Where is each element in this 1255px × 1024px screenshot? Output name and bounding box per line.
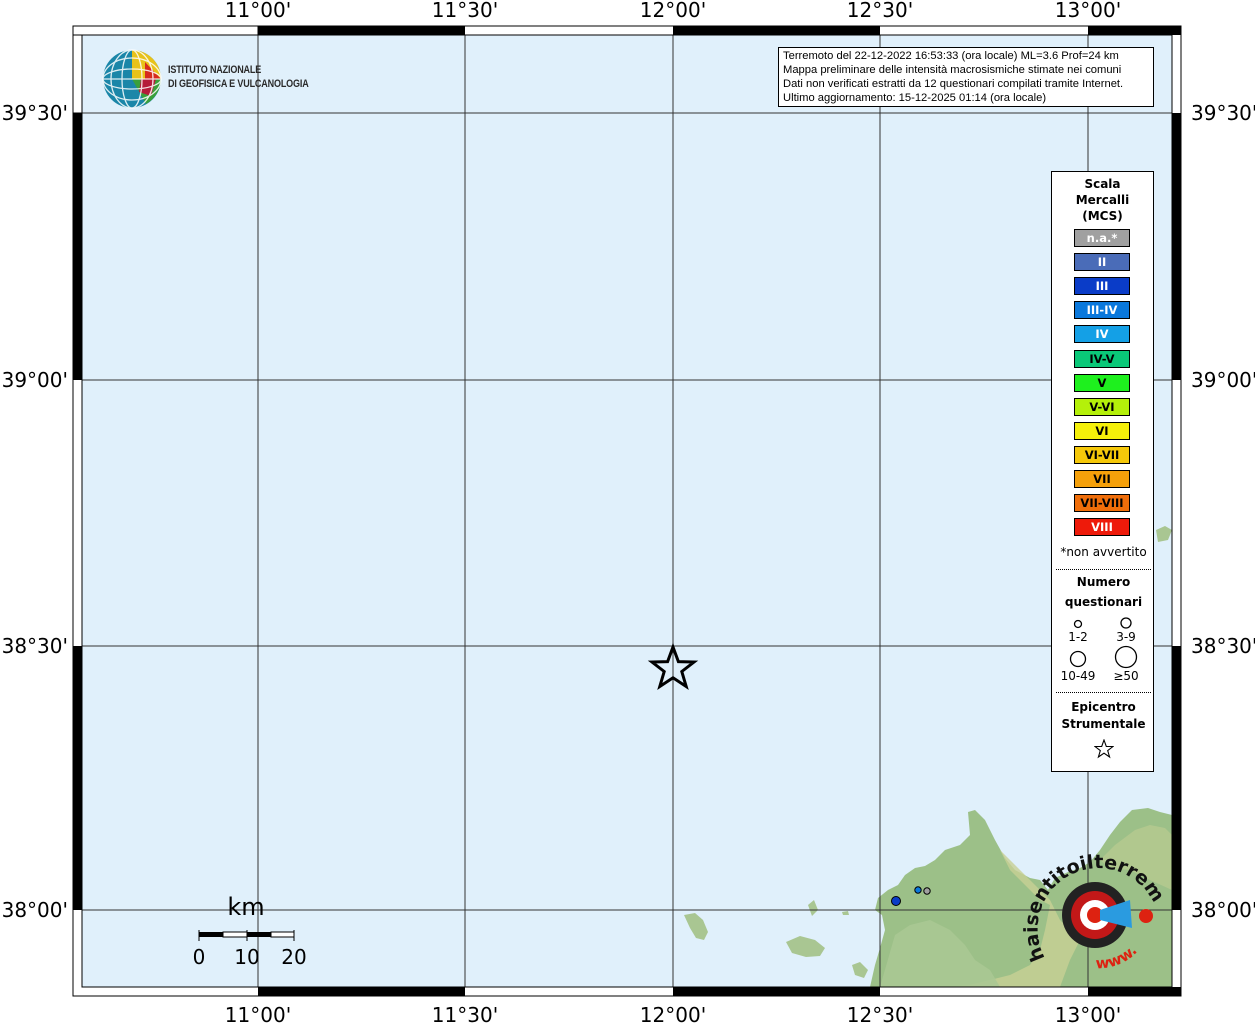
lat-label: 38°00' xyxy=(2,898,68,922)
lon-label: 13°00' xyxy=(1055,1003,1121,1024)
legend-panel: Scala Mercalli (MCS) n.a.* II III III-IV IV I… xyxy=(1051,171,1154,772)
lon-label: 12°30' xyxy=(847,1003,913,1024)
scale-tick-label: 10 xyxy=(234,945,259,969)
lon-labels-top: 11°00' 11°30' 12°00' 12°30' 13°00' xyxy=(225,0,1121,22)
lon-label: 11°30' xyxy=(432,1003,498,1024)
legend-divider xyxy=(1056,569,1151,570)
count-label: 3-9 xyxy=(1116,630,1136,644)
mcs-swatch: IV xyxy=(1074,325,1130,344)
count-title: questionari xyxy=(1064,595,1143,609)
lat-labels-right: 39°30' 39°00' 38°30' 38°00' xyxy=(1191,101,1255,922)
lon-label: 11°00' xyxy=(225,1003,291,1024)
lon-labels-bottom: 11°00' 11°30' 12°00' 12°30' 13°00' xyxy=(225,1003,1121,1024)
scale-tick-label: 20 xyxy=(281,945,306,969)
lon-label: 12°00' xyxy=(640,0,706,22)
mcs-swatch: III xyxy=(1074,277,1130,296)
intensity-point[interactable] xyxy=(891,896,901,906)
lat-label: 38°30' xyxy=(2,634,68,658)
lon-label: 12°30' xyxy=(847,0,913,22)
mcs-swatch: VI-VII xyxy=(1074,445,1130,464)
event-info-box: Terremoto del 22-12-2022 16:53:33 (ora l… xyxy=(778,47,1154,107)
legend-note: *non avvertito xyxy=(1060,545,1147,559)
count-symbol-icon xyxy=(1114,645,1138,669)
ingv-logo: ISTITUTO NAZIONALE DI GEOFISICA E VULCAN… xyxy=(100,47,330,111)
mcs-swatch: VIII xyxy=(1074,518,1130,537)
lon-label: 11°00' xyxy=(225,0,291,22)
count-label: ≥50 xyxy=(1113,669,1139,683)
ingv-name-line2: DI GEOFISICA E VULCANOLOGIA xyxy=(168,78,309,90)
count-symbol-icon xyxy=(1069,650,1087,668)
epicenter-title: Epicentro xyxy=(1071,700,1136,714)
mcs-swatch: II xyxy=(1074,253,1130,272)
intensity-point[interactable] xyxy=(923,887,931,895)
lat-labels-left: 39°30' 39°00' 38°30' 38°00' xyxy=(2,101,68,922)
epicenter-title: Strumentale xyxy=(1061,717,1146,731)
ingv-name-line1: ISTITUTO NAZIONALE xyxy=(168,64,262,76)
lon-label: 13°00' xyxy=(1055,0,1121,22)
epicenter-legend-star-icon xyxy=(1094,739,1114,759)
lat-label: 39°00' xyxy=(2,368,68,392)
mcs-swatch: VI xyxy=(1074,421,1130,440)
mcs-swatch: VII-VIII xyxy=(1074,494,1130,513)
event-info-line: Dati non verificati estratti da 12 quest… xyxy=(783,78,1124,90)
event-info-line: Ultimo aggiornamento: 15-12-2025 01:14 (… xyxy=(783,92,1047,104)
lon-label: 12°00' xyxy=(640,1003,706,1024)
intensity-point[interactable] xyxy=(914,886,922,894)
lat-label: 38°30' xyxy=(1191,634,1255,658)
sea-area xyxy=(82,35,1172,987)
count-label: 10-49 xyxy=(1060,669,1096,683)
count-title: Numero xyxy=(1076,575,1131,589)
mcs-swatch: IV-V xyxy=(1074,349,1130,368)
lat-label: 39°30' xyxy=(1191,101,1255,125)
lat-label: 39°00' xyxy=(1191,368,1255,392)
mcs-swatch: V-VI xyxy=(1074,397,1130,416)
event-info-line: Mappa preliminare delle intensità macros… xyxy=(783,64,1122,76)
count-symbol-icon xyxy=(1120,617,1132,629)
legend-divider xyxy=(1056,692,1151,693)
scale-tick-label: 0 xyxy=(193,945,206,969)
mcs-swatch: VII xyxy=(1074,470,1130,488)
mcs-swatch: V xyxy=(1074,373,1130,392)
event-info-line: Terremoto del 22-12-2022 16:53:33 (ora l… xyxy=(783,50,1119,62)
lon-label: 11°30' xyxy=(432,0,498,22)
count-label: 1-2 xyxy=(1068,630,1088,644)
lat-label: 38°00' xyxy=(1191,898,1255,922)
legend-title: Scala Mercalli (MCS) xyxy=(1075,177,1130,223)
ingv-globe-icon xyxy=(102,49,162,109)
count-symbol-icon xyxy=(1073,619,1083,629)
mcs-swatch: III-IV xyxy=(1074,301,1130,320)
lat-label: 39°30' xyxy=(2,101,68,125)
scale-unit-label: km xyxy=(227,893,264,921)
mcs-swatch: n.a.* xyxy=(1074,229,1130,247)
